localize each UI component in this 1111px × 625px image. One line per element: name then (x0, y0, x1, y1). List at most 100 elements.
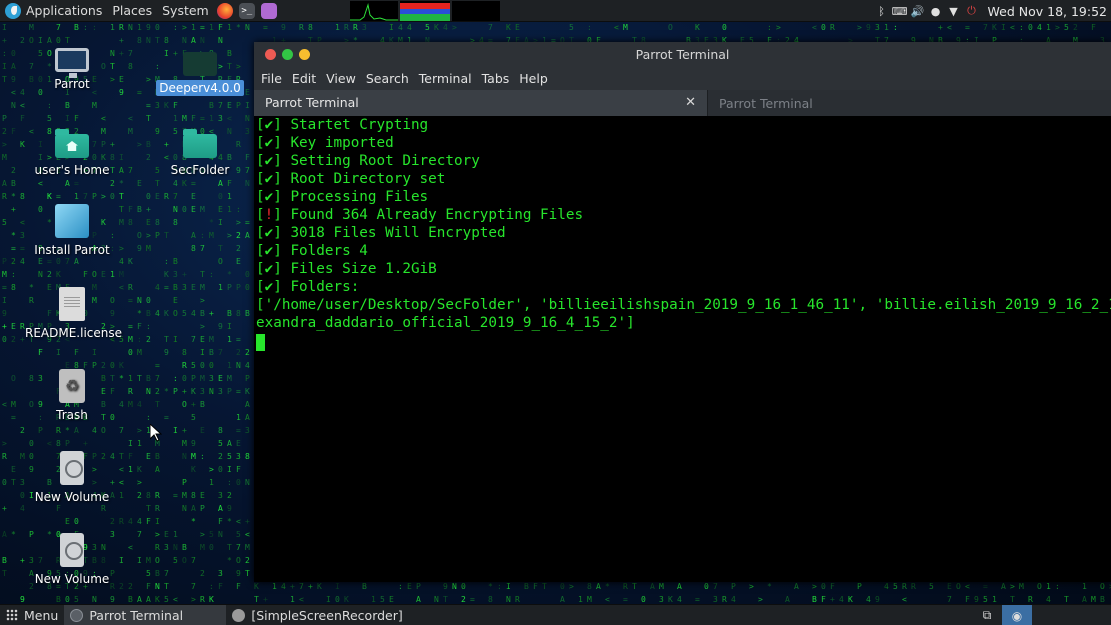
power-icon[interactable]: ⏻ (966, 4, 978, 17)
matrix-glyph: M (200, 205, 205, 214)
matrix-glyph: 0 (821, 23, 826, 32)
desktop-icon-secfolder[interactable]: SecFolder (150, 126, 250, 178)
matrix-glyph: M (128, 400, 133, 409)
menu-file[interactable]: File (256, 71, 287, 86)
matrix-glyph: = (236, 335, 241, 344)
matrix-glyph: N (92, 595, 97, 604)
window-titlebar[interactable]: Parrot Terminal (254, 42, 1111, 66)
memory-graph[interactable] (400, 1, 450, 21)
tab-parrot-terminal-2[interactable]: Parrot Terminal (707, 90, 1111, 116)
matrix-glyph: I (218, 218, 223, 227)
volume-icon[interactable]: 🔊 (911, 5, 925, 18)
firefox-icon[interactable] (216, 2, 233, 19)
matrix-glyph: I (56, 348, 61, 357)
terminal-icon (70, 608, 84, 622)
matrix-glyph: 5 (1064, 23, 1069, 32)
menu-tabs[interactable]: Tabs (477, 71, 515, 86)
matrix-glyph: P (191, 374, 196, 383)
system-menu[interactable]: System (157, 0, 214, 22)
keyboard-icon[interactable]: ⌨ (892, 5, 908, 18)
desktop-icon-home[interactable]: user's Home (22, 126, 122, 178)
tab-parrot-terminal-1[interactable]: Parrot Terminal ✕ (254, 90, 707, 116)
matrix-glyph: 9 (11, 75, 16, 84)
matrix-glyph: 4 (281, 582, 286, 591)
show-desktop-icon[interactable]: ◉ (1002, 605, 1032, 625)
notes-icon[interactable] (260, 2, 277, 19)
menu-help[interactable]: Help (514, 71, 553, 86)
matrix-glyph: E (200, 491, 205, 500)
matrix-glyph: F (20, 114, 25, 123)
matrix-glyph: > (1010, 582, 1015, 591)
matrix-glyph: * (11, 231, 16, 240)
cpu-graph[interactable] (350, 1, 398, 21)
menu-search[interactable]: Search (361, 71, 414, 86)
desktop-icon-new-volume-2[interactable]: New Volume (22, 533, 122, 587)
matrix-glyph: : (209, 582, 214, 591)
close-tab-icon[interactable]: ✕ (685, 95, 696, 110)
panel-spacer (1032, 605, 1111, 625)
matrix-glyph: 4 (137, 400, 142, 409)
bottom-panel: Menu Parrot Terminal [SimpleScreenRecord… (0, 604, 1111, 625)
matrix-glyph: M (137, 348, 142, 357)
matrix-glyph: T (2, 75, 7, 84)
matrix-glyph: 1 (1046, 23, 1051, 32)
matrix-glyph: 7 (200, 244, 205, 253)
places-menu[interactable]: Places (107, 0, 157, 22)
matrix-glyph: M (2, 153, 7, 162)
matrix-glyph: F (236, 465, 241, 474)
desktop-icon-deeper[interactable]: Deeperv4.0.0 (150, 44, 250, 96)
matrix-glyph: N (128, 23, 133, 32)
matrix-glyph: 5 (569, 23, 574, 32)
terminal-output[interactable]: [✔] Startet Crypting [✔] Key imported [✔] … (254, 116, 1111, 582)
matrix-glyph: K (245, 387, 250, 396)
matrix-glyph: R (2, 452, 7, 461)
matrix-glyph: 9 (236, 569, 241, 578)
matrix-glyph: N (11, 101, 16, 110)
matrix-glyph: 0 (155, 23, 160, 32)
matrix-glyph: I (137, 556, 142, 565)
matrix-glyph: 3 (155, 101, 160, 110)
matrix-glyph: B (209, 348, 214, 357)
desktop-icon-install-parrot[interactable]: Install Parrot (22, 204, 122, 258)
matrix-glyph: * (227, 270, 232, 279)
matrix-glyph: : (11, 270, 16, 279)
matrix-glyph: < (902, 595, 907, 604)
terminal-cursor (256, 334, 265, 351)
matrix-glyph: 5 (929, 582, 934, 591)
clock[interactable]: Wed Nov 18, 19:52 (988, 4, 1107, 19)
matrix-glyph: O (236, 556, 241, 565)
matrix-glyph: F (218, 582, 223, 591)
desktop-icon-new-volume-1[interactable]: New Volume (22, 451, 122, 505)
applications-menu[interactable]: Applications (0, 0, 107, 22)
menu-view[interactable]: View (321, 71, 361, 86)
taskbar-item-parrot-terminal[interactable]: Parrot Terminal (64, 604, 227, 625)
matrix-glyph: K (506, 23, 511, 32)
network-icon[interactable]: ▼ (948, 5, 960, 18)
terminal-tab-bar: Parrot Terminal ✕ Parrot Terminal (254, 90, 1111, 116)
matrix-glyph: B (227, 309, 232, 318)
desktop-icon-parrot[interactable]: Parrot (22, 44, 122, 92)
desktop-icon-trash[interactable]: ♻ Trash (22, 369, 122, 423)
desktop-icon-readme[interactable]: README.license (22, 287, 122, 341)
matrix-glyph: E (38, 257, 43, 266)
terminal-icon[interactable]: >_ (238, 2, 255, 19)
matrix-glyph: E (218, 374, 223, 383)
workspace-switcher-icon[interactable]: ⧉ (972, 605, 1002, 625)
matrix-glyph: 7 (164, 569, 169, 578)
record-icon[interactable]: ● (930, 5, 942, 18)
matrix-glyph: 3 (164, 543, 169, 552)
matrix-glyph: 4 (839, 595, 844, 604)
network-graph[interactable] (452, 1, 500, 21)
matrix-glyph: 3 (659, 595, 664, 604)
matrix-glyph: + (2, 322, 7, 331)
matrix-glyph: B (56, 595, 61, 604)
bluetooth-icon[interactable]: ᛒ (876, 5, 888, 18)
menu-terminal[interactable]: Terminal (414, 71, 477, 86)
taskbar-item-screen-recorder[interactable]: [SimpleScreenRecorder] (226, 605, 408, 625)
matrix-glyph: : (47, 101, 52, 110)
menu-edit[interactable]: Edit (287, 71, 321, 86)
menu-button[interactable]: Menu (0, 605, 64, 625)
matrix-glyph: : (200, 231, 205, 240)
desktop-icon-label: user's Home (34, 163, 110, 177)
matrix-glyph: 3 (236, 452, 241, 461)
